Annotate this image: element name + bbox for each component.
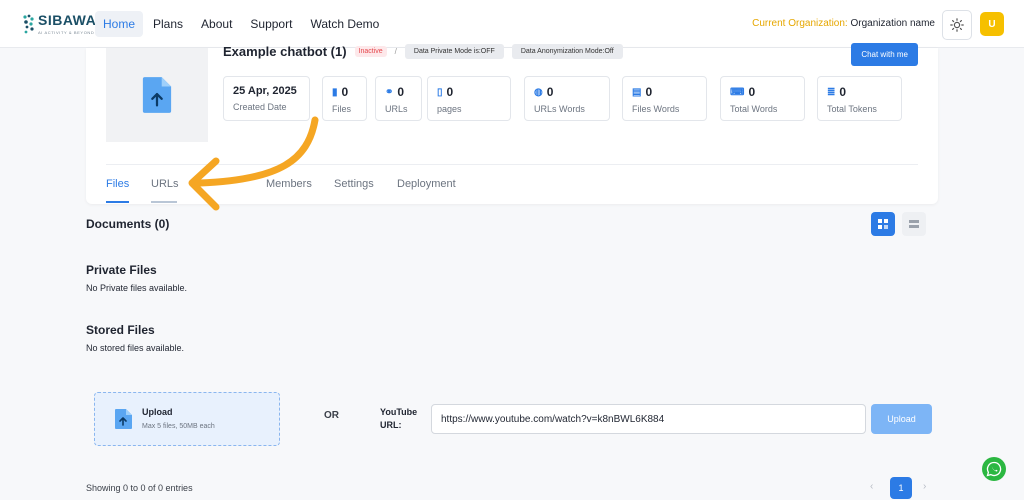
stat-label: Total Tokens bbox=[827, 104, 877, 114]
tab-active-indicator bbox=[106, 201, 129, 203]
youtube-url-input[interactable]: https://www.youtube.com/watch?v=k8nBWL6K… bbox=[431, 404, 866, 434]
main-nav: Home Plans About Support Watch Demo bbox=[95, 11, 387, 37]
pagination-prev-button[interactable]: ‹ bbox=[870, 481, 873, 492]
org-name: Organization name bbox=[850, 18, 936, 29]
whatsapp-icon bbox=[986, 461, 1002, 477]
stat-value: 0 bbox=[446, 85, 454, 99]
stat-value: 0 bbox=[397, 85, 405, 99]
pagination-page-1[interactable]: 1 bbox=[890, 477, 912, 499]
entries-summary: Showing 0 to 0 of 0 entries bbox=[86, 483, 193, 493]
whatsapp-chat-button[interactable] bbox=[982, 457, 1006, 481]
stat-label: URLs Words bbox=[534, 104, 585, 114]
stat-value: 0 bbox=[748, 85, 756, 99]
current-organization[interactable]: Current Organization: Organization name bbox=[752, 18, 935, 29]
stat-label: URLs bbox=[385, 104, 408, 114]
database-icon: ≣ bbox=[827, 86, 836, 98]
grid-view-button[interactable] bbox=[871, 212, 895, 236]
nav-plans[interactable]: Plans bbox=[145, 11, 191, 37]
sun-icon bbox=[950, 18, 964, 32]
stat-created-date: 25 Apr, 2025 Created Date bbox=[223, 76, 310, 121]
stat-total-tokens: ≣ 0 Total Tokens bbox=[817, 76, 902, 121]
top-navbar: SIBAWAY AI ACTIVITY & BEYOND Home Plans … bbox=[0, 0, 1024, 48]
upload-limits: Max 5 files, 50MB each bbox=[142, 423, 215, 430]
nav-home[interactable]: Home bbox=[95, 11, 144, 37]
upload-title: Upload bbox=[142, 407, 173, 417]
tab-deployment[interactable]: Deployment bbox=[397, 178, 456, 190]
stat-value: 0 bbox=[341, 85, 349, 99]
brand-logo[interactable]: SIBAWAY AI ACTIVITY & BEYOND bbox=[22, 12, 105, 35]
anonymization-pill: Data Anonymization Mode:Off bbox=[511, 44, 623, 59]
stat-urls-words: ◍ 0 URLs Words bbox=[524, 76, 610, 121]
stat-label: Files Words bbox=[632, 104, 680, 114]
tab-files[interactable]: Files bbox=[106, 178, 129, 190]
nav-watch-demo[interactable]: Watch Demo bbox=[302, 11, 387, 37]
stat-value: 0 bbox=[645, 85, 653, 99]
list-view-button[interactable] bbox=[902, 212, 926, 236]
chatbot-title: Example chatbot (1) bbox=[223, 44, 347, 59]
stat-value: 25 Apr, 2025 bbox=[233, 85, 297, 97]
stat-label: Total Words bbox=[730, 104, 778, 114]
list-icon bbox=[909, 220, 919, 228]
stat-total-words: ⌨ 0 Total Words bbox=[720, 76, 805, 121]
tab-urls[interactable]: URLs bbox=[151, 178, 179, 190]
chatbot-thumbnail bbox=[106, 48, 208, 142]
tab-members[interactable]: Members bbox=[266, 178, 312, 190]
org-label: Current Organization: bbox=[752, 18, 848, 29]
upload-file-icon bbox=[115, 409, 132, 429]
file-icon: ▮ bbox=[332, 86, 338, 98]
private-files-empty: No Private files available. bbox=[86, 283, 188, 293]
nav-about[interactable]: About bbox=[193, 11, 240, 37]
stored-files-title: Stored Files bbox=[86, 323, 155, 337]
pagination-next-button[interactable]: › bbox=[923, 481, 926, 492]
stat-label: Files bbox=[332, 104, 352, 114]
globe-icon: ◍ bbox=[534, 86, 543, 98]
grid-icon bbox=[878, 219, 888, 229]
keyboard-icon: ⌨ bbox=[730, 86, 745, 98]
nav-support[interactable]: Support bbox=[242, 11, 300, 37]
link-icon: ⚭ bbox=[385, 86, 394, 98]
documents-title: Documents (0) bbox=[86, 217, 170, 231]
stat-label: Created Date bbox=[233, 102, 287, 112]
separator: / bbox=[394, 47, 397, 56]
youtube-url-label: YouTube URL: bbox=[380, 407, 418, 430]
or-separator: OR bbox=[324, 410, 339, 421]
chatbot-title-row: Example chatbot (1) Inactive / Data Priv… bbox=[223, 44, 623, 59]
status-badge: Inactive bbox=[354, 46, 387, 57]
card-divider bbox=[106, 164, 918, 165]
stat-label: pages bbox=[437, 104, 462, 114]
file-upload-dropzone[interactable]: Upload Max 5 files, 50MB each bbox=[94, 392, 280, 446]
stat-value: 0 bbox=[839, 85, 847, 99]
logo-mark-icon bbox=[23, 14, 34, 33]
chatbot-card: Example chatbot (1) Inactive / Data Priv… bbox=[86, 43, 938, 204]
stat-urls: ⚭ 0 URLs bbox=[375, 76, 422, 121]
stat-files: ▮ 0 Files bbox=[322, 76, 367, 121]
user-avatar[interactable]: U bbox=[980, 12, 1004, 36]
stat-value: 0 bbox=[546, 85, 554, 99]
theme-toggle-button[interactable] bbox=[942, 10, 972, 40]
tab-hover-indicator bbox=[151, 201, 177, 203]
stat-files-words: ▤ 0 Files Words bbox=[622, 76, 707, 121]
tab-settings[interactable]: Settings bbox=[334, 178, 374, 190]
stored-files-empty: No stored files available. bbox=[86, 343, 185, 353]
chat-with-me-button[interactable]: Chat with me bbox=[851, 43, 918, 66]
youtube-upload-button[interactable]: Upload bbox=[871, 404, 932, 434]
private-files-title: Private Files bbox=[86, 263, 157, 277]
word-doc-icon: ▤ bbox=[632, 86, 642, 98]
file-upload-icon bbox=[142, 77, 172, 113]
private-mode-pill: Data Private Mode is:OFF bbox=[404, 44, 504, 59]
stat-pages: ▯ 0 pages bbox=[427, 76, 511, 121]
page-icon: ▯ bbox=[437, 86, 443, 98]
